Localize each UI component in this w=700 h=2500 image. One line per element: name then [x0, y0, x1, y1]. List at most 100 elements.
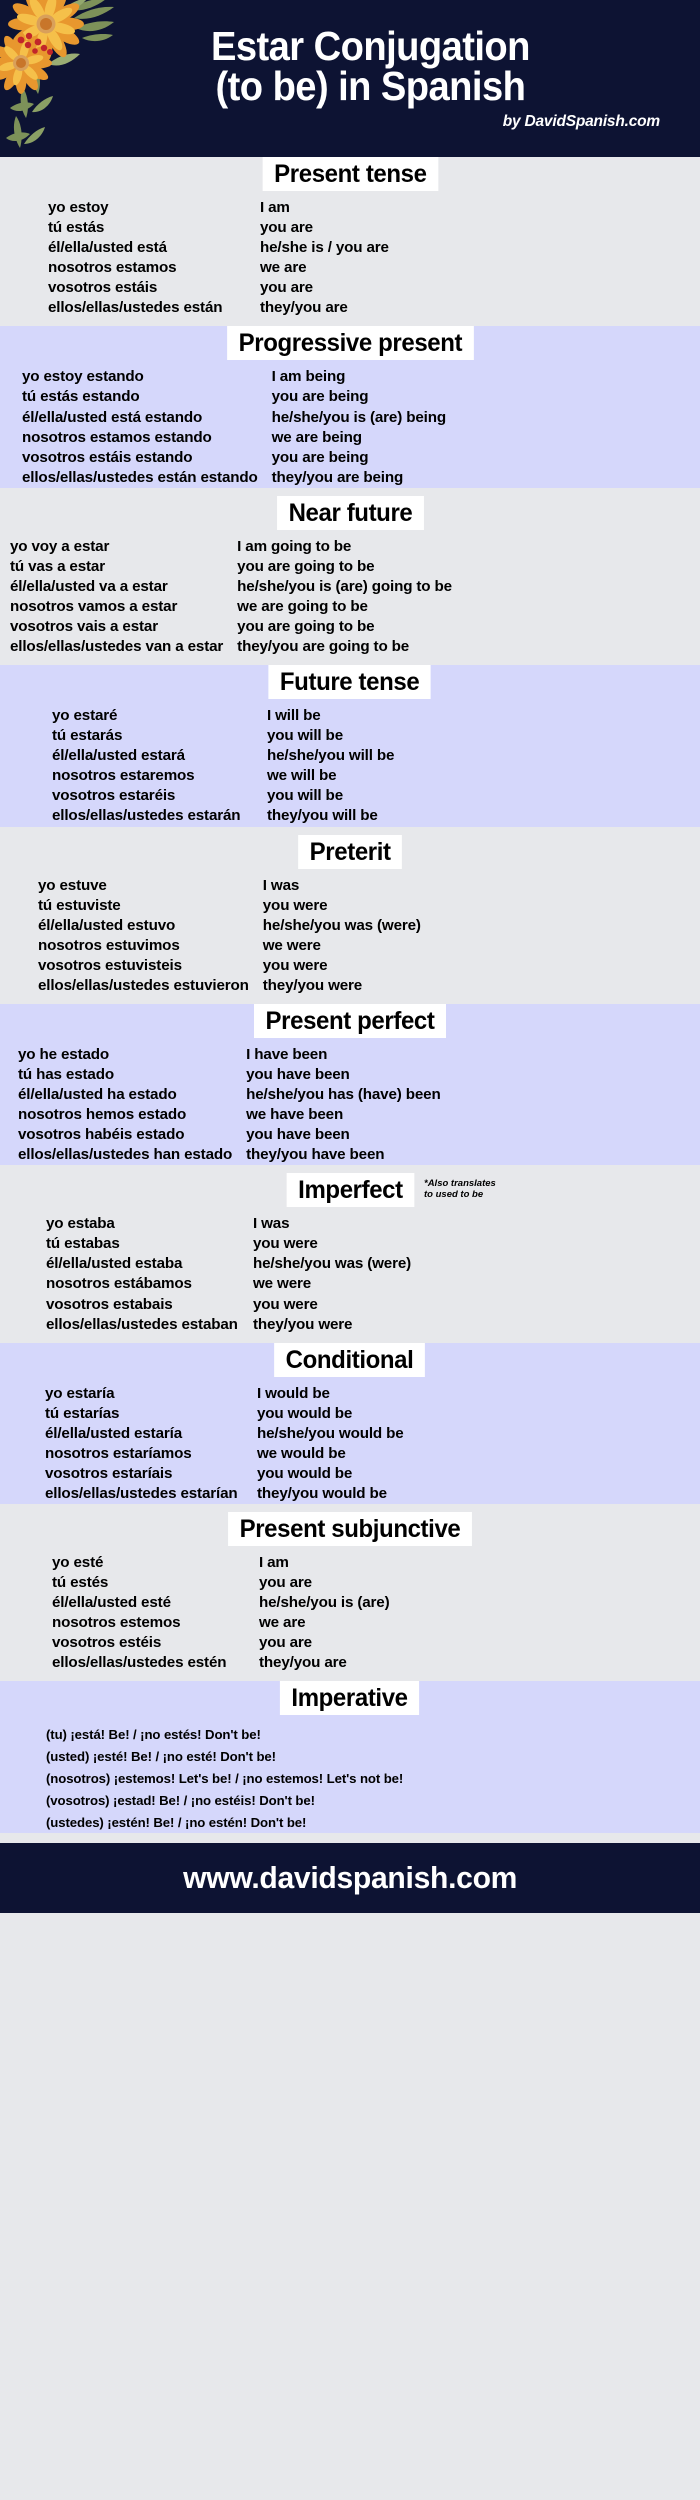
table-row: él/ella/usted está estando he/she/you is … — [22, 408, 446, 428]
table-row: yo estaría I would be — [45, 1384, 404, 1404]
english-translation: I was — [253, 1215, 290, 1233]
spanish-conjugation: vosotros habéis estado — [18, 1126, 185, 1144]
english-translation: they/you are — [260, 299, 348, 317]
table-row: nosotros estaríamos we would be — [45, 1444, 404, 1464]
list-item: (usted) ¡esté! Be! / ¡no esté! Don't be! — [46, 1749, 276, 1765]
english-translation: he/she/you is (are) going to be — [237, 577, 452, 595]
table-row: nosotros hemos estado we have been — [18, 1105, 441, 1125]
table-row: ellos/ellas/ustedes están estando they/yo… — [22, 468, 446, 488]
spanish-conjugation: nosotros vamos a estar — [10, 597, 178, 615]
section-header-imperfect: Imperfect *Also translates to used to be — [0, 1173, 700, 1208]
table-row: nosotros estuvimos we were — [38, 936, 421, 956]
english-translation: you were — [253, 1295, 318, 1313]
table-row: ellos/ellas/ustedes estén they/you are — [52, 1653, 390, 1673]
table-row: vosotros estéis you are — [52, 1633, 390, 1653]
table-row: tú estuviste you were — [38, 896, 421, 916]
table-row: él/ella/usted estará he/she/you will be — [52, 746, 394, 766]
spanish-conjugation: ellos/ellas/ustedes estarían — [45, 1484, 238, 1502]
table-row: tú vas a estar you are going to be — [10, 557, 452, 577]
table-row: tú estarás you will be — [52, 726, 394, 746]
english-translation: he/she/you was (were) — [253, 1255, 412, 1273]
conjugation-table: yo estoy I am tú estás you are él/ella/usted… — [48, 198, 389, 318]
spanish-conjugation: tú estabas — [46, 1235, 120, 1253]
table-row: ellos/ellas/ustedes estuvieron they/you w… — [38, 976, 421, 996]
spanish-conjugation: nosotros estaríamos — [45, 1444, 192, 1462]
conjugation-table: yo esté I am tú estés you are él/ella/usted … — [52, 1553, 390, 1673]
section-present-tense: Present tense yo estoy I am tú estás you are… — [0, 157, 700, 319]
english-translation: you are — [259, 1634, 312, 1652]
spanish-conjugation: ellos/ellas/ustedes estarán — [52, 807, 241, 825]
section-title: Preterit — [297, 834, 403, 869]
section-note-line-1: *Also translates — [424, 1178, 496, 1190]
english-translation: we have been — [246, 1106, 344, 1124]
table-row: ellos/ellas/ustedes han estado they/you h… — [18, 1145, 441, 1165]
table-row: él/ella/usted ha estado he/she/you has (h… — [18, 1085, 441, 1105]
conjugation-table: yo estaba I was tú estabas you were él/ella/… — [46, 1214, 411, 1334]
english-translation: you are being — [271, 448, 369, 466]
header-banner: Estar Conjugation (to be) in Spanish by … — [0, 0, 700, 158]
english-translation: he/she/you has (have) been — [246, 1086, 441, 1103]
spanish-conjugation: tú estás estando — [22, 388, 140, 406]
spanish-conjugation: nosotros estuvimos — [38, 936, 180, 954]
section-title: Progressive present — [226, 326, 474, 361]
section-header-present-tense: Present tense — [0, 157, 700, 191]
list-item: (vosotros) ¡estad! Be! / ¡no estéis! Don… — [46, 1792, 315, 1808]
table-row: vosotros estabais you were — [46, 1295, 411, 1315]
list-item: (tu) ¡está! Be! / ¡no estés! Don't be! — [46, 1727, 261, 1743]
spanish-conjugation: ellos/ellas/ustedes van a estar — [10, 638, 224, 656]
english-translation: I would be — [257, 1384, 330, 1402]
english-translation: you are — [260, 219, 313, 237]
table-row: vosotros estáis you are — [48, 278, 389, 298]
conjugation-table: yo estaría I would be tú estarías you would… — [45, 1384, 404, 1504]
table-row: él/ella/usted estuvo he/she/you was (were… — [38, 916, 421, 936]
spanish-conjugation: él/ella/usted está — [48, 239, 167, 257]
section-title: Imperative — [280, 1681, 420, 1716]
english-translation: I will be — [267, 707, 321, 725]
english-translation: you are going to be — [237, 618, 375, 635]
infographic-page: Estar Conjugation (to be) in Spanish by … — [0, 0, 700, 2500]
spanish-conjugation: yo he estado — [18, 1045, 110, 1063]
section-progressive-present: Progressive present yo estoy estando I am … — [0, 326, 700, 488]
english-translation: you are — [259, 1574, 312, 1592]
spanish-conjugation: vosotros estáis — [48, 279, 158, 297]
spanish-conjugation: él/ella/usted estará — [52, 747, 185, 765]
table-row: vosotros estuvisteis you were — [38, 956, 421, 976]
english-translation: he/she/you is (are) — [259, 1594, 390, 1612]
table-row: nosotros estaremos we will be — [52, 766, 394, 786]
spanish-conjugation: yo estaba — [46, 1215, 115, 1233]
website-url[interactable]: www.davidspanish.com — [183, 1860, 517, 1896]
table-row: vosotros estáis estando you are being — [22, 448, 446, 468]
english-translation: he/she/you was (were) — [262, 916, 421, 934]
table-row: ellos/ellas/ustedes estarían they/you wou… — [45, 1484, 404, 1504]
table-row: tú estabas you were — [46, 1234, 411, 1254]
section-title: Conditional — [274, 1342, 426, 1377]
english-translation: they/you were — [253, 1315, 353, 1333]
english-translation: I am — [260, 199, 290, 216]
list-item: (nosotros) ¡estemos! Let's be! / ¡no est… — [46, 1770, 404, 1786]
conjugation-table: yo estuve I was tú estuviste you were él/ell… — [38, 876, 421, 996]
spanish-conjugation: ellos/ellas/ustedes están — [48, 299, 223, 317]
english-translation: you have been — [246, 1126, 350, 1144]
english-translation: we are going to be — [237, 597, 368, 615]
english-translation: they/you are — [259, 1654, 347, 1672]
english-translation: you have been — [246, 1065, 350, 1083]
table-row: él/ella/usted está he/she is / you are — [48, 238, 389, 258]
table-row: tú has estado you have been — [18, 1065, 441, 1085]
spanish-conjugation: vosotros estáis estando — [22, 448, 193, 466]
english-translation: we were — [262, 936, 321, 954]
spanish-conjugation: ellos/ellas/ustedes han estado — [18, 1146, 233, 1164]
section-header-near-future: Near future — [0, 495, 700, 530]
sunflower-bouquet-icon — [0, 0, 128, 158]
table-row: él/ella/usted va a estar he/she/you is (a… — [10, 577, 452, 597]
spanish-conjugation: él/ella/usted estaba — [46, 1255, 183, 1273]
page-title: Estar Conjugation (to be) in Spanish — [211, 25, 530, 107]
spanish-conjugation: vosotros estéis — [52, 1634, 162, 1652]
spanish-conjugation: yo estaré — [52, 707, 118, 725]
table-row: yo estaba I was — [46, 1214, 411, 1234]
table-row: yo estoy estando I am being — [22, 367, 446, 387]
conjugation-sections: Present tense yo estoy I am tú estás you are… — [0, 157, 700, 1834]
table-row: vosotros vais a estar you are going to be — [10, 617, 452, 637]
list-item: (ustedes) ¡estén! Be! / ¡no estén! Don't… — [46, 1814, 307, 1830]
spanish-conjugation: nosotros estamos estando — [22, 428, 212, 446]
spanish-conjugation: nosotros estemos — [52, 1614, 181, 1632]
